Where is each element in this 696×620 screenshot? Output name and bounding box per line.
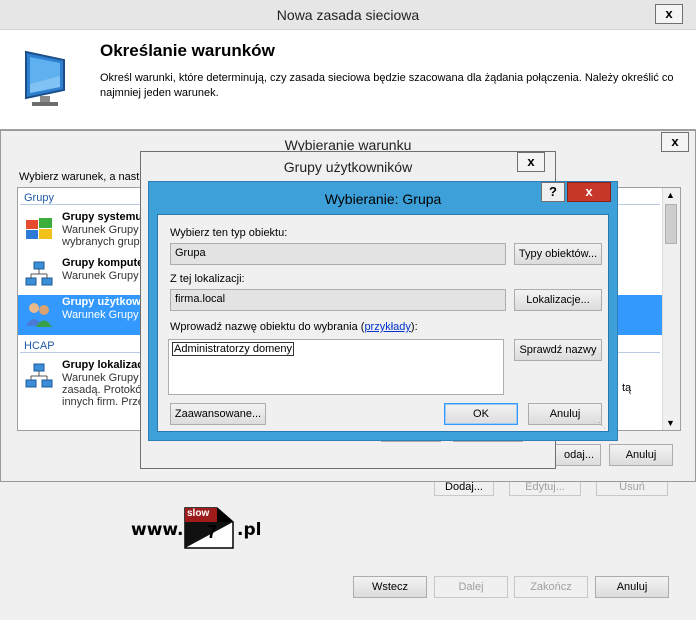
category-hcap-header: HCAP: [24, 340, 55, 352]
condition-description: Warunek Grupy zasadą. Protokó innych fir…: [62, 372, 144, 408]
condition-title: Grupy kompute: [62, 257, 144, 269]
groups-titlebar: Grupy użytkowników x: [141, 152, 555, 182]
main-close-button[interactable]: x: [655, 4, 683, 24]
main-titlebar: Nowa zasada sieciowa x: [0, 0, 696, 30]
user-groups-icon: [26, 303, 52, 327]
select-group-window: Wybieranie: Grupa ? x Wybierz ten typ ob…: [148, 181, 618, 441]
condition-title: Grupy użytkow: [62, 296, 141, 308]
windows-groups-icon: [26, 218, 52, 239]
condition-list-scrollbar[interactable]: ▲ ▼: [662, 188, 680, 430]
condition-instruction: Wybierz warunek, a nast: [19, 171, 140, 183]
watermark-top: slow: [187, 508, 210, 519]
cancel-button[interactable]: Anuluj: [595, 576, 669, 598]
slow7-watermark-logo: www. slow 7 .pl: [131, 506, 271, 552]
select-group-cancel-button[interactable]: Anuluj: [528, 403, 602, 425]
object-names-label: Wprowadź nazwę obiektu do wybrania (przy…: [170, 321, 418, 333]
groups-window-title: Grupy użytkowników: [283, 159, 413, 175]
object-names-label-text: Wprowadź nazwę obiektu do wybrania (: [170, 321, 365, 333]
help-button[interactable]: ?: [541, 182, 565, 202]
advanced-button[interactable]: Zaawansowane...: [170, 403, 266, 425]
object-type-field: Grupa: [170, 243, 506, 265]
header-description: Określ warunki, które determinują, czy z…: [100, 72, 674, 99]
monitor-icon: [25, 50, 65, 106]
scrollbar-thumb[interactable]: [665, 204, 677, 244]
object-names-label-end: ):: [410, 321, 418, 333]
watermark-digit: 7: [207, 522, 218, 542]
finish-button[interactable]: Zakończ: [514, 576, 588, 598]
back-button[interactable]: Wstecz: [353, 576, 427, 598]
condition-cancel-button[interactable]: Anuluj: [609, 444, 673, 466]
location-field: firma.local: [170, 289, 506, 311]
remove-condition-button[interactable]: Usuń: [596, 482, 668, 496]
condition-title: Grupy lokalizac: [62, 359, 144, 371]
edit-condition-button[interactable]: Edytuj...: [509, 482, 581, 496]
watermark-prefix: www.: [131, 520, 184, 540]
watermark-suffix: .pl: [237, 520, 262, 540]
condition-description: Warunek Grupy wybranych grup: [62, 224, 140, 248]
condition-close-button[interactable]: x: [661, 132, 689, 152]
condition-description: Warunek Grupy: [62, 270, 139, 282]
main-window-title: Nowa zasada sieciowa: [276, 7, 420, 23]
header-title: Określanie warunków: [100, 41, 275, 60]
object-names-input[interactable]: Administratorzy domeny: [168, 339, 504, 395]
check-names-button[interactable]: Sprawdź nazwy: [514, 339, 602, 361]
main-header: Określanie warunków Określ warunki, któr…: [0, 30, 696, 130]
add-condition-button[interactable]: Dodaj...: [434, 482, 494, 496]
location-label: Z tej lokalizacji:: [170, 273, 245, 285]
object-types-button[interactable]: Typy obiektów...: [514, 243, 602, 265]
condition-description-tail: tą: [622, 382, 632, 394]
object-type-label: Wybierz ten typ obiektu:: [170, 227, 288, 239]
select-group-titlebar: Wybieranie: Grupa ? x: [149, 182, 617, 214]
next-button[interactable]: Dalej: [434, 576, 508, 598]
machine-groups-icon: [25, 261, 53, 286]
select-group-close-button[interactable]: x: [567, 182, 611, 202]
location-groups-icon: [25, 363, 53, 388]
examples-link[interactable]: przykłady: [364, 321, 410, 333]
resize-grip-icon[interactable]: ⋱: [598, 421, 606, 430]
groups-close-button[interactable]: x: [517, 152, 545, 172]
scroll-down-arrow-icon[interactable]: ▼: [666, 418, 675, 428]
ok-button[interactable]: OK: [444, 403, 518, 425]
condition-title: Grupy systemu: [62, 211, 143, 223]
condition-description: Warunek Grupy: [62, 309, 139, 321]
category-groups-header: Grupy: [24, 192, 54, 204]
select-group-body: Wybierz ten typ obiektu: Grupa Typy obie…: [157, 214, 609, 432]
object-name-token: Administratorzy domeny: [172, 342, 294, 356]
locations-button[interactable]: Lokalizacje...: [514, 289, 602, 311]
scroll-up-arrow-icon[interactable]: ▲: [666, 190, 675, 200]
